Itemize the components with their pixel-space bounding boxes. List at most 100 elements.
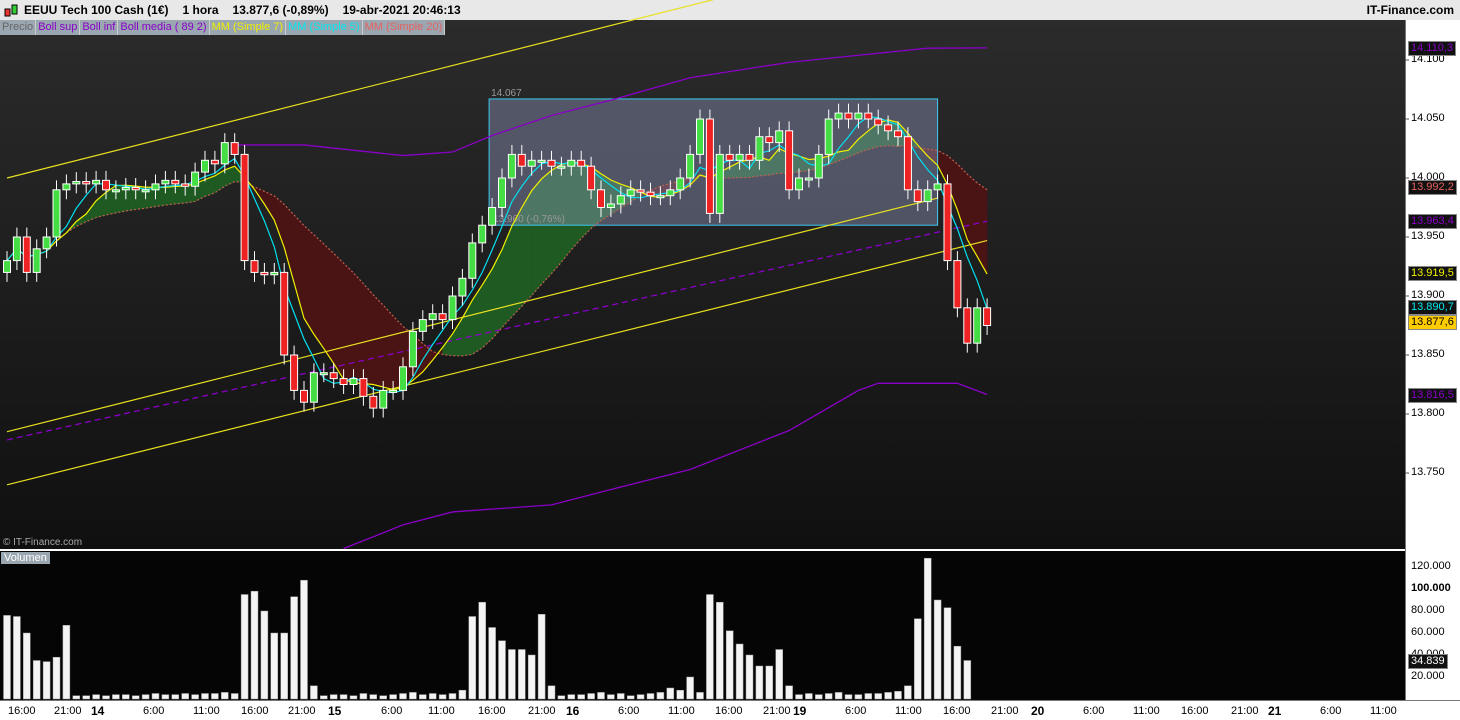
cloud-segment bbox=[333, 252, 344, 381]
candle-body bbox=[636, 189, 645, 193]
cloud-segment bbox=[976, 182, 988, 276]
price-tag: 13.919,5 bbox=[1408, 265, 1457, 281]
legend-item[interactable]: Boll media ( 89 2) bbox=[118, 20, 210, 35]
candle-body bbox=[399, 366, 407, 391]
candle-body bbox=[557, 165, 566, 169]
legend-item[interactable]: Precio bbox=[0, 20, 37, 35]
volume-bar bbox=[844, 694, 853, 700]
time-axis-label: 11:00 bbox=[1370, 705, 1397, 717]
volume-bar bbox=[914, 618, 922, 700]
time-axis-label: 11:00 bbox=[1133, 705, 1160, 717]
volume-bar bbox=[508, 649, 516, 700]
price-tag: 14.110,3 bbox=[1408, 40, 1457, 56]
cloud-segment bbox=[353, 272, 364, 384]
candle-body bbox=[270, 271, 279, 276]
candle-body bbox=[943, 183, 952, 262]
cloud-segment bbox=[382, 304, 394, 390]
volume-bar bbox=[191, 694, 199, 700]
rect-bottom-label: 13.960 (-0,76%) bbox=[493, 214, 565, 225]
volume-bar bbox=[923, 557, 932, 700]
volume-bar bbox=[745, 654, 754, 700]
candle-body bbox=[201, 159, 209, 173]
volume-bar bbox=[300, 579, 308, 700]
candle-body bbox=[300, 389, 308, 403]
volume-bar bbox=[161, 694, 170, 700]
candle-body bbox=[220, 142, 229, 165]
indicator-legend: Precio Boll sup Boll inf Boll media ( 89 2)… bbox=[0, 20, 446, 35]
candle-body bbox=[923, 189, 932, 203]
volume-bar bbox=[320, 695, 328, 700]
volume-axis-label: 20.000 bbox=[1411, 670, 1445, 682]
volume-bar bbox=[82, 695, 90, 700]
volume-bar bbox=[626, 695, 635, 700]
volume-bar bbox=[636, 694, 645, 700]
legend-item[interactable]: MM (Simple 7) bbox=[209, 20, 287, 35]
volume-bar bbox=[904, 685, 912, 700]
volume-bar bbox=[280, 632, 288, 700]
candle-body bbox=[498, 177, 506, 208]
candle-body bbox=[72, 181, 81, 185]
candle-body bbox=[884, 124, 893, 132]
boll-inf-line bbox=[343, 382, 988, 550]
volume-bar bbox=[953, 645, 962, 700]
candle-body bbox=[725, 153, 734, 161]
volume-bar bbox=[716, 601, 724, 700]
candle-body bbox=[181, 183, 190, 187]
volume-bar bbox=[478, 601, 486, 700]
candle-body bbox=[250, 260, 259, 273]
candle-body bbox=[319, 372, 328, 376]
time-axis-label: 16 bbox=[566, 704, 580, 718]
volume-bar bbox=[557, 695, 566, 700]
volume-bar bbox=[171, 694, 180, 700]
time-axis-label: 20 bbox=[1031, 704, 1045, 718]
legend-item[interactable]: Boll sup bbox=[36, 20, 81, 35]
volume-bar bbox=[755, 665, 764, 700]
candle-body bbox=[62, 183, 71, 191]
volume-tag: 34.839 bbox=[1408, 653, 1448, 669]
time-axis-label: 16:00 bbox=[8, 705, 36, 717]
candle-body bbox=[210, 159, 219, 165]
cloud-segment bbox=[313, 234, 325, 350]
candle-body bbox=[973, 307, 982, 344]
volume-bar bbox=[141, 694, 150, 700]
legend-item[interactable]: MM (Simple 20) bbox=[362, 20, 446, 35]
volume-bar bbox=[656, 692, 665, 700]
candle-body bbox=[527, 159, 536, 167]
time-axis-label: 21 bbox=[1268, 704, 1282, 718]
candle-body bbox=[121, 186, 130, 191]
candle-body bbox=[428, 313, 437, 321]
volume-bar bbox=[201, 693, 209, 700]
candle-body bbox=[824, 118, 833, 155]
candle-body bbox=[537, 159, 546, 163]
price-axis-label: 14.050 bbox=[1411, 112, 1445, 124]
candle-body bbox=[755, 136, 764, 161]
candle-body bbox=[438, 313, 447, 321]
legend-item[interactable]: Boll inf bbox=[80, 20, 119, 35]
time-axis-label: 14 bbox=[91, 704, 105, 718]
price-tag: 13.890,7 bbox=[1408, 299, 1457, 315]
candle-body bbox=[478, 224, 487, 244]
candle-body bbox=[686, 153, 695, 179]
candle-body bbox=[874, 118, 883, 126]
volume-bar bbox=[597, 692, 605, 700]
candle-body bbox=[814, 153, 823, 179]
candle-body bbox=[983, 307, 992, 326]
rect-top-label: 14.067 bbox=[491, 88, 522, 99]
volume-bar bbox=[240, 594, 249, 700]
time-axis-label: 6:00 bbox=[845, 705, 867, 717]
candle-body bbox=[656, 195, 665, 199]
candle-body bbox=[696, 118, 704, 155]
volume-bar bbox=[943, 607, 952, 700]
legend-item[interactable]: MM (Simple 5) bbox=[286, 20, 363, 35]
candle-body bbox=[349, 378, 358, 386]
volume-bar bbox=[112, 694, 120, 700]
candle-body bbox=[953, 260, 962, 309]
candle-body bbox=[458, 277, 467, 297]
volume-bar bbox=[666, 687, 675, 700]
volume-bar bbox=[646, 693, 655, 700]
volume-bar bbox=[52, 656, 61, 700]
candle-body bbox=[151, 183, 160, 191]
candle-body bbox=[963, 307, 972, 344]
cloud-segment bbox=[452, 317, 463, 357]
volume-bar bbox=[290, 596, 298, 700]
